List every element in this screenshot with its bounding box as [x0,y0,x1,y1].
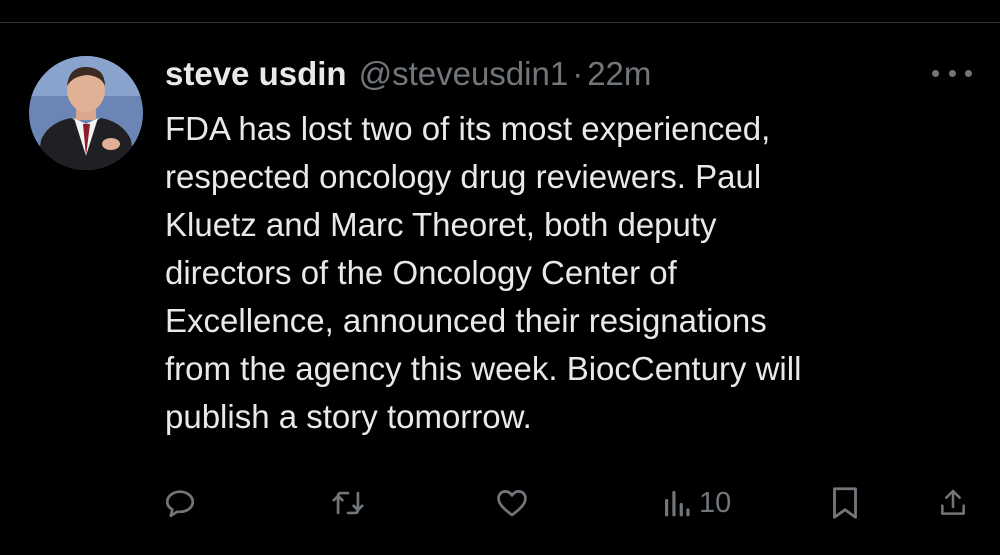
tweet-text: FDA has lost two of its most experienced… [165,105,965,441]
bookmark-icon [833,487,857,519]
tweet-text-line: directors of the Oncology Center of [165,254,677,291]
views-count: 10 [699,486,732,519]
tweet-text-line: respected oncology drug reviewers. Paul [165,158,762,195]
tweet-text-line: publish a story tomorrow. [165,398,532,435]
tweet-text-line: Kluetz and Marc Theoret, both deputy [165,206,717,243]
tweet-text-line: FDA has lost two of its most experienced… [165,110,771,147]
reply-icon [165,490,195,518]
like-button[interactable] [494,478,530,528]
heart-icon [497,490,527,517]
views-button[interactable]: 10 [663,478,731,528]
share-icon [941,489,965,515]
tweet-text-line: from the agency this week. BiocCentury w… [165,350,802,387]
share-button[interactable] [937,478,969,528]
views-icon [665,491,690,517]
author-handle[interactable]: @steveusdin1 [359,51,569,97]
separator-dot: · [572,55,584,92]
bookmark-button[interactable] [830,478,860,528]
tweet-header: steve usdin @steveusdin1 · 22m [165,51,651,97]
tweet[interactable]: steve usdin @steveusdin1 · 22m FDA has l… [0,23,1000,555]
retweet-button[interactable] [330,478,366,528]
reply-button[interactable] [163,478,197,528]
timestamp[interactable]: 22m [587,51,651,97]
tweet-text-line: Excellence, announced their resignations [165,302,767,339]
author-name[interactable]: steve usdin [165,51,347,97]
action-bar: 10 [0,478,1000,528]
more-options-icon[interactable] [932,63,972,83]
avatar[interactable] [29,56,143,170]
retweet-icon [332,491,364,515]
